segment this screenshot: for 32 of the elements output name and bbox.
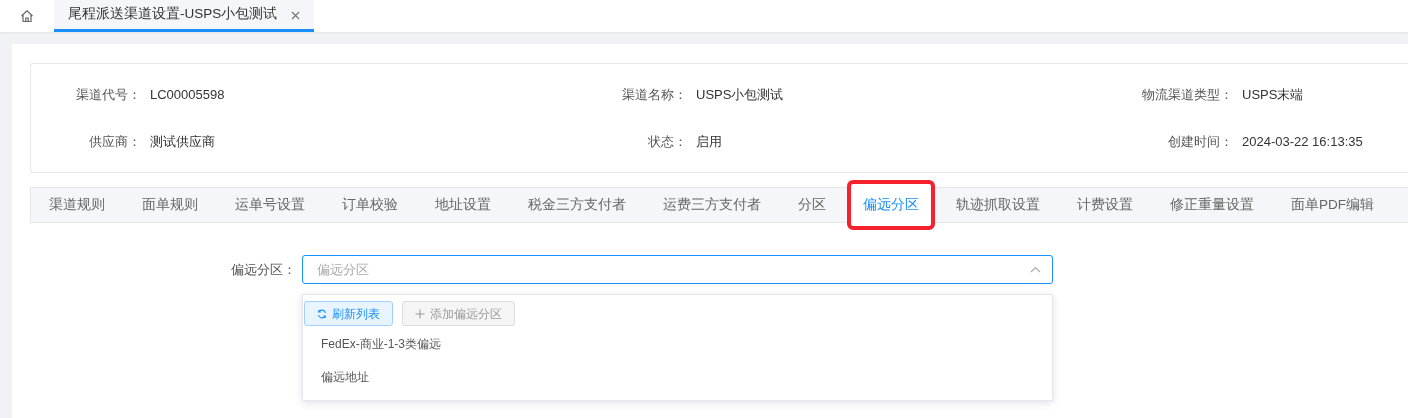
page-tab[interactable]: 尾程派送渠道设置-USPS小包测试: [54, 0, 315, 32]
dropdown-option[interactable]: 偏远地址: [303, 361, 1052, 392]
tab[interactable]: 订单校验: [330, 187, 410, 223]
field-label: 偏远分区：: [230, 260, 297, 279]
dropdown-option[interactable]: FedEx-商业-1-3类偏远: [303, 328, 1052, 359]
info-label: 渠道名称：: [621, 85, 687, 104]
info-label: 创建时间：: [1167, 133, 1233, 151]
info-label: 物流渠道类型：: [1141, 85, 1233, 104]
tab[interactable]: 轨迹抓取设置: [944, 187, 1052, 223]
info-value: USPS末端: [1242, 85, 1304, 104]
refresh-button[interactable]: 刷新列表: [304, 301, 393, 326]
tab[interactable]: 计费设置: [1065, 187, 1145, 223]
info-value: 启用: [696, 133, 722, 151]
tab[interactable]: 修正重量设置: [1158, 187, 1266, 223]
info-value: USPS小包测试: [696, 85, 784, 104]
refresh-icon: [317, 308, 327, 319]
info-value: 2024-03-22 16:13:35: [1242, 133, 1363, 151]
tab[interactable]: 面单规则: [130, 187, 210, 223]
plus-icon: [415, 308, 425, 319]
tab[interactable]: 面单PDF编辑: [1279, 187, 1386, 223]
select-field[interactable]: 偏远分区: [302, 255, 1053, 284]
tab[interactable]: 运单号设置: [223, 187, 317, 223]
info-value: LC00005598: [150, 85, 225, 104]
tab[interactable]: 运费三方支付者: [651, 187, 773, 223]
tab[interactable]: 分区: [786, 187, 838, 223]
tab[interactable]: 地址设置: [423, 187, 503, 223]
info-label: 渠道代号：: [75, 85, 141, 104]
info-value: 测试供应商: [150, 133, 215, 151]
tab[interactable]: 税金三方支付者: [516, 187, 638, 223]
info-label: 状态：: [647, 133, 687, 151]
info-label: 供应商：: [88, 133, 141, 151]
tab[interactable]: 渠道规则: [37, 187, 117, 223]
